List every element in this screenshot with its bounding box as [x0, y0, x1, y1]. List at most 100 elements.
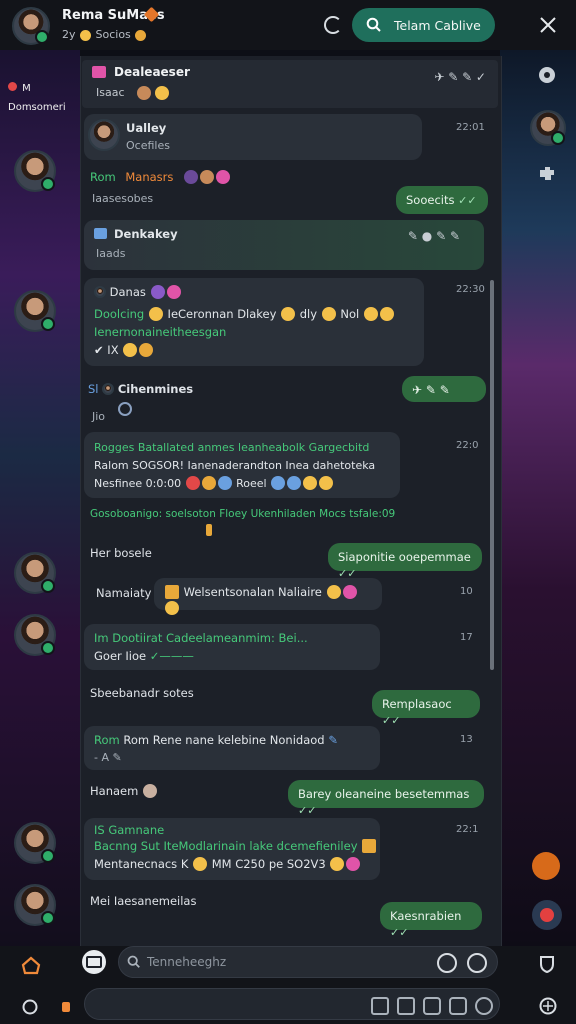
sender-avatar [88, 119, 120, 151]
message-bubble[interactable]: Rogges Batallated anmes leanheabolk Garg… [84, 432, 400, 498]
home-icon[interactable] [20, 954, 42, 976]
line-1-text: IS Gamnane [94, 823, 165, 837]
message-input[interactable]: Tenneheeghz [118, 946, 498, 978]
pinned-message[interactable]: Dealeaeser Isaac ✈ ✎ ✎ ✓ [82, 60, 498, 108]
mascot-face-icon [540, 908, 554, 922]
sender-sub: Iaasesobes [92, 192, 154, 205]
search-icon [127, 955, 140, 968]
video-icon[interactable] [397, 997, 415, 1015]
system-line: Gosoboanigo: soelsoton Floey Ukenhiladen… [90, 508, 396, 520]
shield-icon[interactable] [538, 954, 556, 974]
right-contact-avatar[interactable] [530, 110, 566, 146]
message-bubble[interactable]: Danas Doolcing IeCeronnan Dlakey dly Nol… [84, 278, 424, 366]
message-time: 17 [460, 632, 473, 643]
contact-avatar[interactable] [14, 822, 56, 864]
outgoing-message[interactable]: Remplasaoc ✓✓ [372, 690, 480, 727]
message-bubble[interactable]: Rom Rom Rene nane kelebine Nonidaod ✎ - … [84, 726, 380, 770]
sender-label: Mei Iaesanemeilas [90, 894, 197, 908]
globe-icon[interactable] [475, 997, 493, 1015]
clock-icon[interactable] [467, 953, 487, 973]
keyboard-icon [86, 956, 102, 968]
gallery-icon[interactable] [449, 997, 467, 1015]
message-line-3: Nesfinee 0:0:00 Roeel [94, 476, 334, 492]
contact-avatar[interactable] [14, 614, 56, 656]
refresh-icon[interactable] [324, 16, 342, 34]
puzzle-icon[interactable] [532, 158, 562, 188]
game-controller-icon[interactable] [532, 60, 562, 90]
message-text: Kaesnrabien [390, 909, 462, 923]
line-sender: Doolcing [94, 307, 145, 321]
message-text: Remplasaoc [382, 697, 452, 711]
message-line-3: Mentanecnacs K MM C250 pe SO2V3 [94, 856, 361, 872]
camera-icon[interactable] [371, 997, 389, 1015]
message-time: 10 [460, 586, 473, 597]
contact-avatar[interactable] [14, 884, 56, 926]
reaction-bubble[interactable]: ✈ ✎ ✎ [402, 376, 486, 402]
candle-icon [206, 524, 212, 536]
app-icon [92, 66, 106, 78]
message-bubble[interactable]: Welsentsonalan Naliaire [154, 578, 382, 615]
message-line: Doolcing IeCeronnan Dlakey dly Nol [94, 306, 395, 322]
online-indicator [35, 30, 49, 44]
contact-avatar[interactable] [14, 290, 56, 332]
contact-avatar[interactable] [14, 552, 56, 594]
message-line-2: Ienernonaineitheesgan [94, 325, 227, 339]
compass-icon[interactable] [538, 996, 558, 1016]
message-line-1: Rom Rom Rene nane kelebine Nonidaod ✎ [94, 733, 338, 747]
call-live-button[interactable]: Telam Cablive [352, 8, 495, 42]
message-time: 13 [460, 734, 473, 745]
message-line-1: Rogges Batallated anmes leanheabolk Garg… [94, 440, 369, 456]
sender-label-row: Rom Manasrs [90, 170, 231, 184]
mascot-icon[interactable] [532, 900, 562, 930]
sender-label: Rom [90, 170, 116, 184]
app-icon [94, 228, 107, 239]
contact-avatar[interactable] [14, 150, 56, 192]
sender-label-text: Hanaem [90, 784, 139, 798]
prefix: Sl [88, 382, 99, 396]
line-text: IeCeronnan Dlakey [167, 307, 277, 321]
online-indicator [41, 911, 55, 925]
shield-icon [118, 402, 132, 416]
outgoing-message[interactable]: Kaesnrabien ✓✓ [380, 902, 482, 939]
close-icon[interactable] [539, 16, 557, 34]
message-line-2: Bacnng Sut IteModlarinain lake dcemefien… [94, 838, 377, 854]
pinned-title: Dealeaeser [114, 65, 190, 79]
message-time: 22:0 [456, 440, 479, 451]
heart-icon [8, 82, 17, 91]
line-2-text: Bacnng Sut IteModlarinain lake dcemefien… [94, 839, 358, 853]
sender-label: Cihenmines [117, 382, 194, 396]
online-indicator [41, 177, 55, 191]
secondary-input[interactable] [84, 988, 500, 1020]
search-icon [366, 17, 381, 32]
line-1-text: Rogges Batallated anmes leanheabolk Garg… [94, 441, 370, 454]
reaction-icons[interactable]: ✈ ✎ ✎ ✓ [434, 70, 486, 84]
message-header: Danas [94, 284, 182, 300]
sender-label: Her bosele [90, 546, 152, 560]
message-bubble[interactable]: Ualley Ocefiles [84, 114, 422, 160]
double-check-icon: ✓✓ [390, 926, 409, 939]
header-text: Danas [109, 285, 146, 299]
instagram-icon[interactable] [423, 997, 441, 1015]
pinned-sub: Isaac [96, 86, 125, 99]
status-extra: Socios [95, 28, 131, 41]
profile-avatar[interactable] [12, 7, 50, 45]
outgoing-message[interactable]: Barey oleaneine besetemmas ✓✓ [288, 780, 484, 817]
sender-label-row: Sl Cihenmines [88, 382, 193, 396]
outgoing-message[interactable]: Siaponitie ooepemmae ✓✓ [328, 543, 482, 580]
reaction-icons[interactable]: ✎ ● ✎ ✎ [408, 228, 460, 244]
line-1-text: Rom Rene nane kelebine Nonidaod [123, 733, 325, 747]
keyboard-button[interactable] [82, 950, 106, 974]
sticker-icon[interactable] [437, 953, 457, 973]
left-overlay-label: M Domsomeri [8, 83, 66, 113]
message-bubble[interactable]: Im Dootiirat Cadeelameanmim: Bei... Goer… [84, 624, 380, 670]
online-indicator [41, 317, 55, 331]
scrollbar[interactable] [490, 280, 494, 670]
line-text-3: Nol [340, 307, 360, 321]
message-bubble[interactable]: Denkakey Iaads ✎ ● ✎ ✎ [84, 220, 484, 270]
message-bubble[interactable]: IS Gamnane Bacnng Sut IteModlarinain lak… [84, 818, 380, 880]
outgoing-message[interactable]: Sooecits ✓✓ [396, 186, 488, 214]
status-age: 2y [62, 28, 76, 41]
emoji-reaction-icon[interactable] [532, 852, 560, 880]
apple-icon[interactable] [20, 996, 40, 1016]
message-line-2: Goer Iioe ✓——— [94, 649, 194, 663]
